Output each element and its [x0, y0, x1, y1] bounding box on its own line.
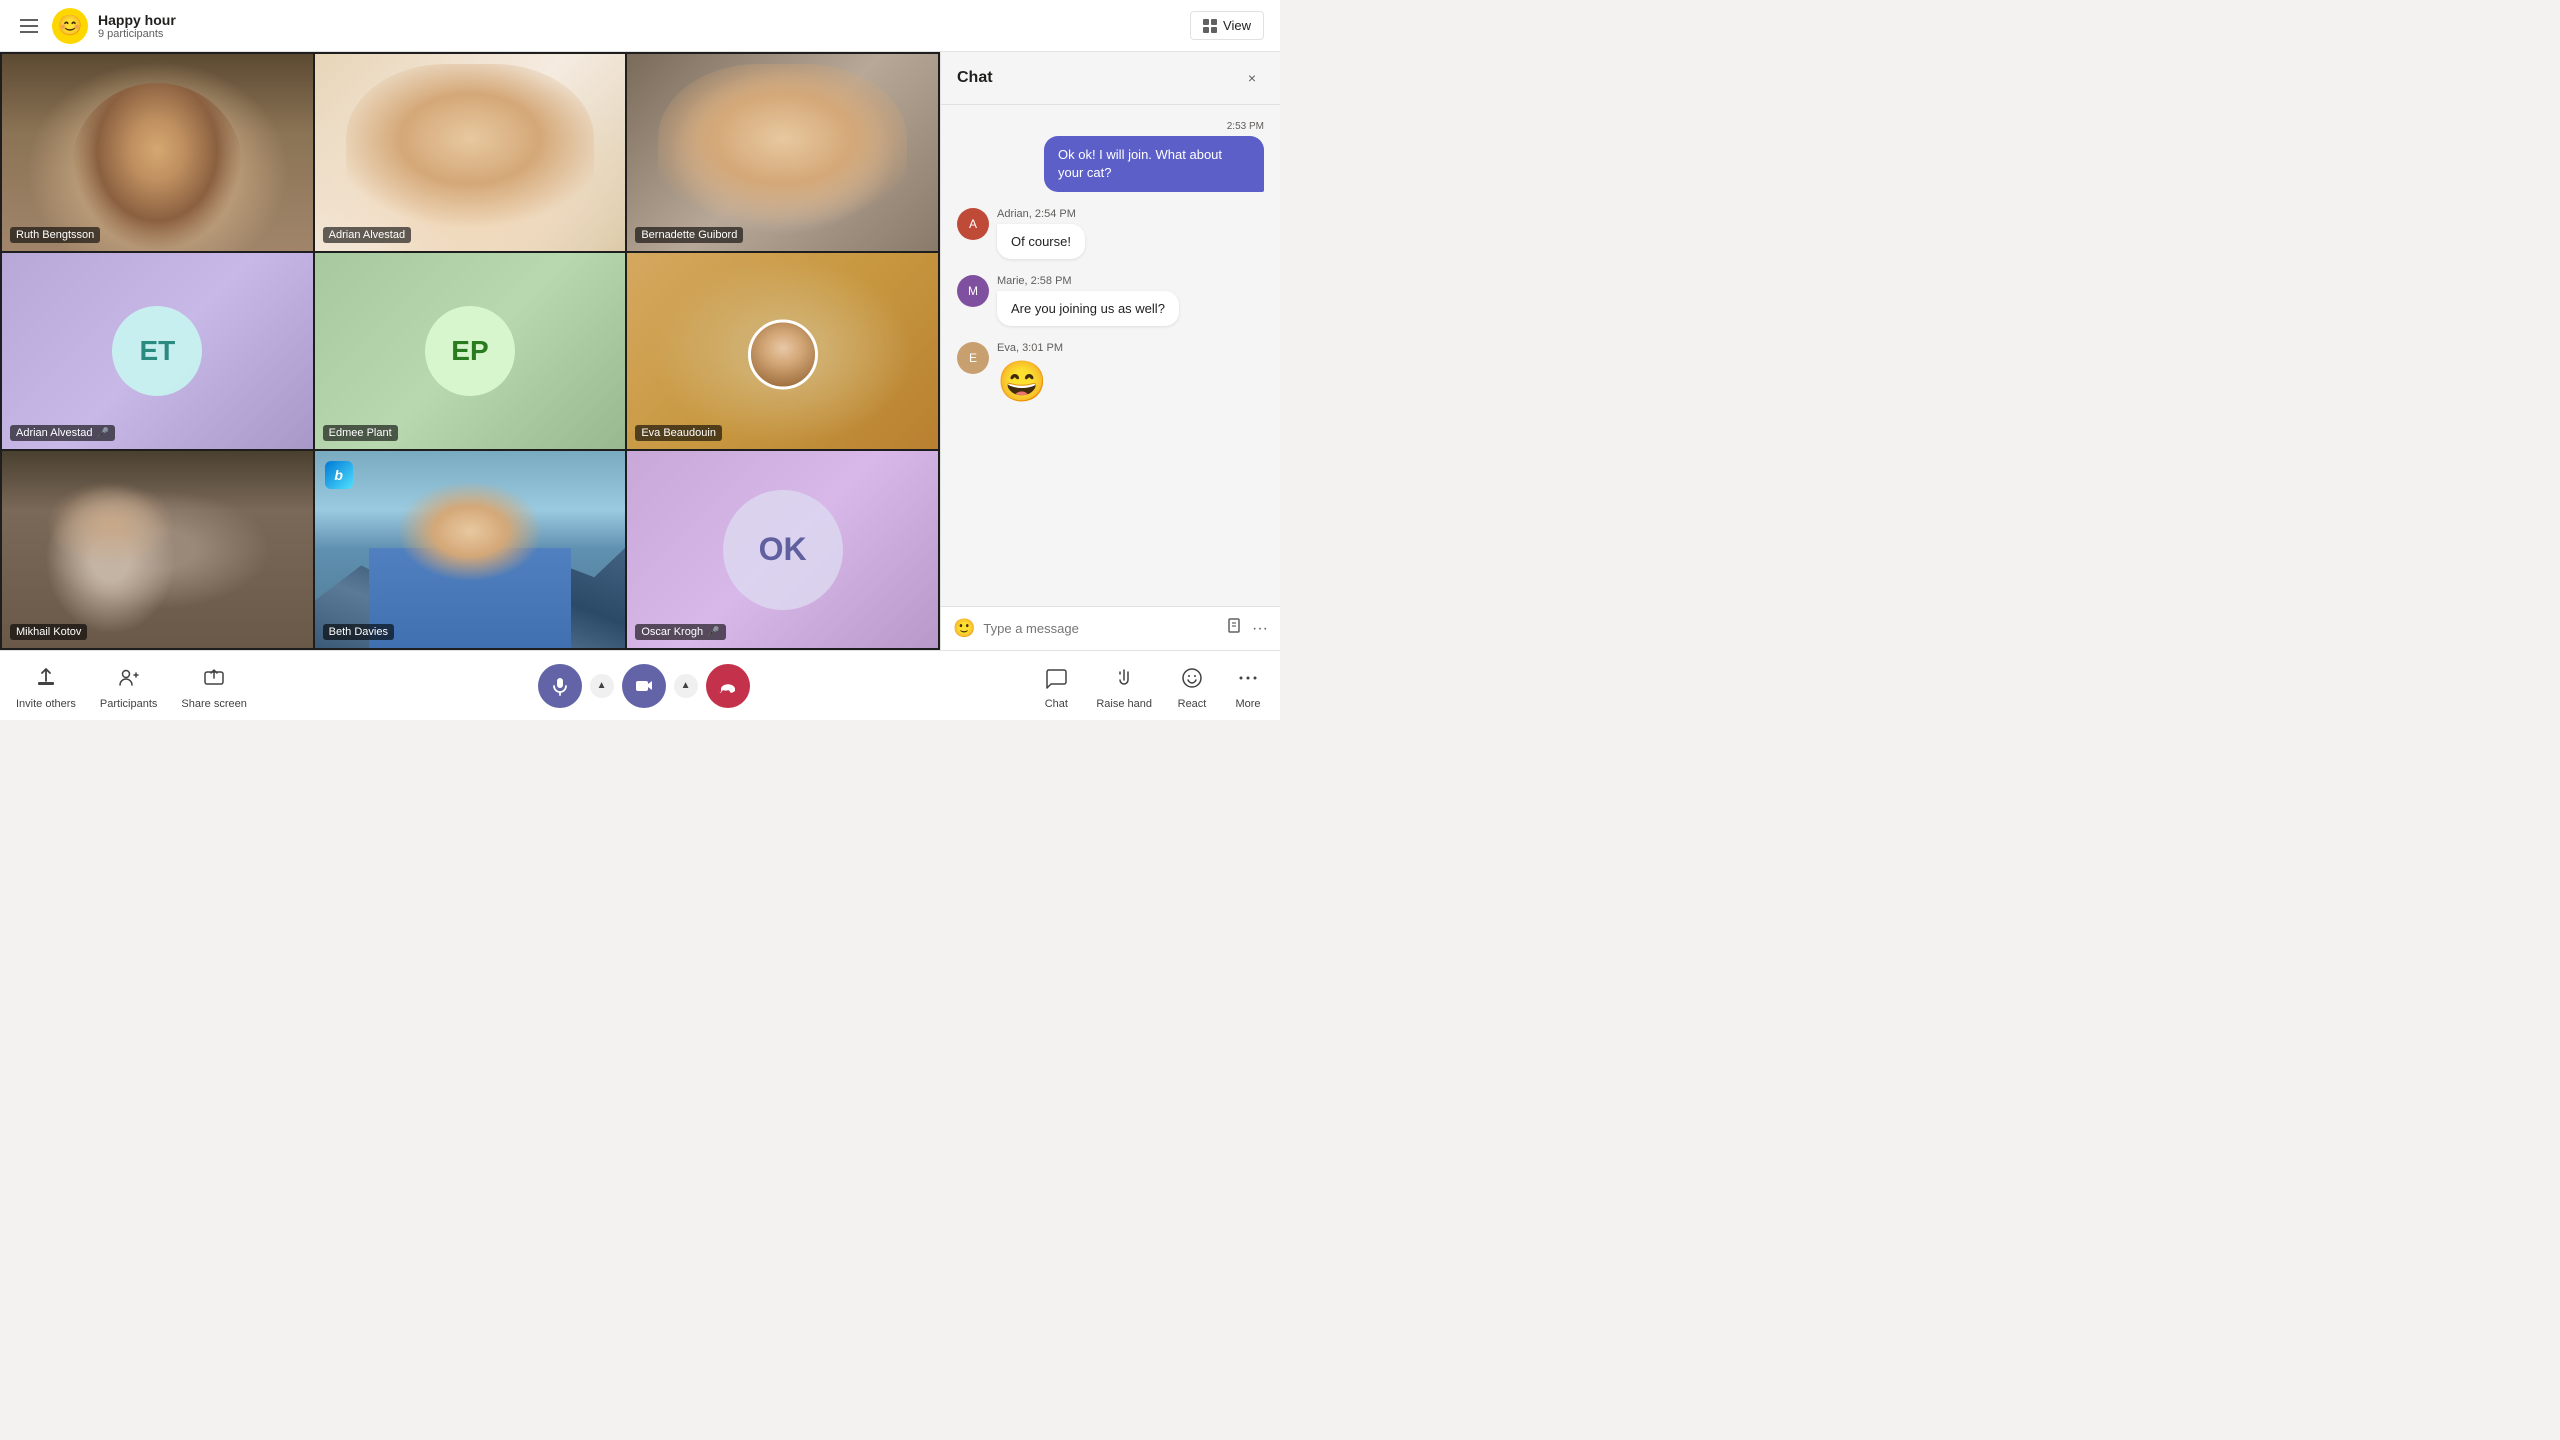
participant-label-bernadette: Bernadette Guibord [635, 227, 743, 243]
participant-label-beth: Beth Davies [323, 624, 394, 640]
more-label: More [1235, 698, 1260, 710]
end-call-button[interactable] [706, 664, 750, 708]
avatar-eva: E [957, 342, 989, 374]
raise-hand-icon [1108, 662, 1140, 694]
chat-label: Chat [1045, 698, 1068, 710]
more-icon [1232, 662, 1264, 694]
meeting-title: Happy hour [98, 12, 176, 28]
tile-adrian-group[interactable]: Adrian Alvestad [315, 54, 626, 251]
avatar-et: ET [112, 306, 202, 396]
tile-eva[interactable]: Eva Beaudouin [627, 253, 938, 450]
invite-others-button[interactable]: Invite others [16, 662, 76, 710]
message-content-eva: Eva, 3:01 PM 😄 [997, 342, 1264, 405]
message-timestamp: 2:53 PM [1227, 121, 1264, 132]
participant-label-adrian: Adrian Alvestad [323, 227, 411, 243]
invite-label: Invite others [16, 698, 76, 710]
sender-time-eva: Eva, 3:01 PM [997, 342, 1264, 354]
emoji-picker-button[interactable]: 🙂 [953, 618, 975, 639]
participant-label-ep: Edmee Plant [323, 425, 398, 441]
chat-input-area: 🙂 ··· [941, 606, 1280, 650]
bubble-eva-emoji: 😄 [997, 358, 1047, 405]
main-content: Ruth Bengtsson Adrian Alvestad Bernadett… [0, 52, 1280, 650]
tile-ep[interactable]: EP Edmee Plant [315, 253, 626, 450]
avatar-ep: EP [425, 306, 515, 396]
message-content-adrian: Adrian, 2:54 PM Of course! [997, 208, 1264, 259]
bubble-marie: Are you joining us as well? [997, 291, 1179, 326]
tile-ruth[interactable]: Ruth Bengtsson [2, 54, 313, 251]
bing-icon: b [325, 461, 353, 489]
share-screen-icon [198, 662, 230, 694]
invite-icon [30, 662, 62, 694]
header-left: 😊 Happy hour 9 participants [16, 8, 1190, 44]
view-icon [1203, 19, 1217, 33]
hamburger-menu[interactable] [16, 15, 42, 37]
participant-label-ruth: Ruth Bengtsson [10, 227, 100, 243]
participants-label: Participants [100, 698, 157, 710]
toolbar-left: Invite others Participants [16, 662, 247, 710]
participants-button[interactable]: Participants [100, 662, 157, 710]
meeting-info: Happy hour 9 participants [98, 12, 176, 40]
participant-label-eva: Eva Beaudouin [635, 425, 722, 441]
video-button[interactable] [622, 664, 666, 708]
chat-more-options-button[interactable]: ··· [1252, 620, 1268, 638]
participants-count: 9 participants [98, 28, 176, 40]
mic-button[interactable] [538, 664, 582, 708]
chat-button[interactable]: Chat [1040, 662, 1072, 710]
participants-icon [113, 662, 145, 694]
chat-panel: Chat × 2:53 PM Ok ok! I will join. What … [940, 52, 1280, 650]
attach-file-button[interactable] [1226, 617, 1244, 640]
video-grid: Ruth Bengtsson Adrian Alvestad Bernadett… [0, 52, 940, 650]
message-other-marie: M Marie, 2:58 PM Are you joining us as w… [957, 275, 1264, 326]
tile-bernadette[interactable]: Bernadette Guibord [627, 54, 938, 251]
sender-time-marie: Marie, 2:58 PM [997, 275, 1264, 287]
react-button[interactable]: React [1176, 662, 1208, 710]
participant-label-mikhail: Mikhail Kotov [10, 624, 87, 640]
sender-time-adrian: Adrian, 2:54 PM [997, 208, 1264, 220]
react-label: React [1178, 698, 1207, 710]
participant-label-oscar: Oscar Krogh 🎤 [635, 624, 725, 640]
message-self-1: 2:53 PM Ok ok! I will join. What about y… [957, 121, 1264, 192]
header: 😊 Happy hour 9 participants View [0, 0, 1280, 52]
chat-header: Chat × [941, 52, 1280, 105]
message-other-adrian: A Adrian, 2:54 PM Of course! [957, 208, 1264, 259]
chat-close-button[interactable]: × [1240, 66, 1264, 90]
bottom-toolbar: Invite others Participants [0, 650, 1280, 720]
raise-hand-button[interactable]: Raise hand [1096, 662, 1152, 710]
avatar-ok: OK [723, 490, 843, 610]
avatar-adrian: A [957, 208, 989, 240]
message-content-marie: Marie, 2:58 PM Are you joining us as wel… [997, 275, 1264, 326]
toolbar-center: ▲ ▲ [538, 664, 750, 708]
participant-label-et: Adrian Alvestad 🎤 [10, 425, 115, 441]
toolbar-right: Chat Raise hand React [1040, 662, 1264, 710]
react-icon [1176, 662, 1208, 694]
mic-off-icon-oscar: 🎤 [707, 627, 719, 638]
chat-title: Chat [957, 69, 993, 87]
video-chevron[interactable]: ▲ [674, 674, 698, 698]
tile-beth[interactable]: b Beth Davies [315, 451, 626, 648]
mic-chevron[interactable]: ▲ [590, 674, 614, 698]
raise-hand-label: Raise hand [1096, 698, 1152, 710]
tile-oscar[interactable]: OK Oscar Krogh 🎤 [627, 451, 938, 648]
view-button[interactable]: View [1190, 11, 1264, 40]
tile-mikhail[interactable]: Mikhail Kotov [2, 451, 313, 648]
message-other-eva: E Eva, 3:01 PM 😄 [957, 342, 1264, 405]
share-screen-button[interactable]: Share screen [181, 662, 246, 710]
more-button[interactable]: More [1232, 662, 1264, 710]
mic-off-icon-et: 🎤 [96, 428, 108, 439]
chat-icon [1040, 662, 1072, 694]
bubble-self-1: Ok ok! I will join. What about your cat? [1044, 136, 1264, 192]
share-screen-label: Share screen [181, 698, 246, 710]
bubble-adrian: Of course! [997, 224, 1085, 259]
meeting-emoji: 😊 [52, 8, 88, 44]
header-right: View [1190, 11, 1264, 40]
chat-message-input[interactable] [983, 621, 1218, 636]
chat-messages: 2:53 PM Ok ok! I will join. What about y… [941, 105, 1280, 606]
tile-et[interactable]: ET Adrian Alvestad 🎤 [2, 253, 313, 450]
avatar-marie: M [957, 275, 989, 307]
